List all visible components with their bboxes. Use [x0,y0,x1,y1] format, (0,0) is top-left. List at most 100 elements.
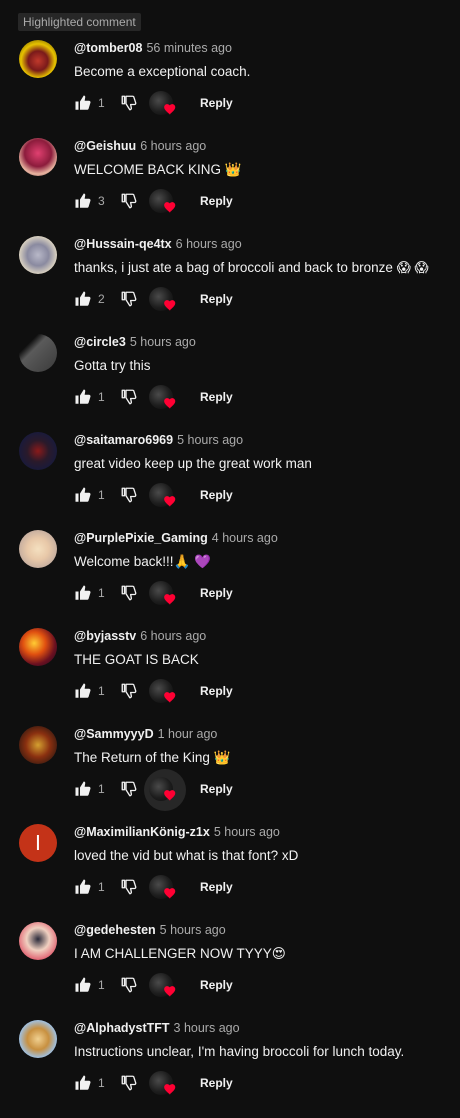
thumb-down-icon[interactable] [120,584,138,602]
heart-icon [163,494,177,507]
thumb-down-icon[interactable] [120,388,138,406]
comment-actions: 2 Reply [74,287,374,313]
comment-text: THE GOAT IS BACK [74,652,199,667]
comment-author[interactable]: @PurplePixie_Gaming [74,531,208,545]
comment-author[interactable]: @tomber08 [74,41,142,55]
like-count: 1 [98,586,105,600]
comment-author[interactable]: @byjasstv [74,629,136,643]
avatar[interactable] [19,236,57,274]
comment-actions: 1 Reply [74,385,374,411]
heart-icon [163,788,177,801]
reply-button[interactable]: Reply [200,977,233,993]
like-count: 1 [98,782,105,796]
avatar-letter: I [35,831,41,855]
avatar[interactable] [19,922,57,960]
heart-icon [163,592,177,605]
comment-time[interactable]: 5 hours ago [214,825,280,839]
comment-item: @AlphadystTFT 3 hours ago Instructions unc… [0,1020,460,1118]
thumb-down-icon[interactable] [120,192,138,210]
reply-button[interactable]: Reply [200,95,233,111]
comment-time[interactable]: 6 hours ago [140,629,206,643]
comment-author[interactable]: @Geishuu [74,139,136,153]
avatar[interactable] [19,530,57,568]
thumb-down-icon[interactable] [120,486,138,504]
comment-author[interactable]: @SammyyyD [74,727,154,741]
reply-button[interactable]: Reply [200,879,233,895]
comment-author[interactable]: @MaximilianKönig-z1x [74,825,210,839]
comment-time[interactable]: 1 hour ago [158,727,218,741]
avatar[interactable] [19,726,57,764]
comment-author[interactable]: @circle3 [74,335,126,349]
thumb-down-icon[interactable] [120,682,138,700]
thumb-up-icon[interactable] [74,94,92,112]
comment-item: @byjasstv 6 hours ago THE GOAT IS BACK 1 Rep… [0,628,460,726]
reply-button[interactable]: Reply [200,1075,233,1091]
comment-time[interactable]: 5 hours ago [177,433,243,447]
thumb-up-icon[interactable] [74,584,92,602]
thumb-up-icon[interactable] [74,192,92,210]
comment-time[interactable]: 6 hours ago [176,237,242,251]
reply-button[interactable]: Reply [200,193,233,209]
comment-author[interactable]: @saitamaro6969 [74,433,173,447]
avatar[interactable] [19,138,57,176]
thumb-up-icon[interactable] [74,486,92,504]
comment-text: Become a exceptional coach. [74,64,251,79]
heart-icon [163,200,177,213]
comment-actions: 1 Reply [74,91,374,117]
thumb-up-icon[interactable] [74,388,92,406]
creator-heart-badge [149,1071,179,1097]
comment-time[interactable]: 3 hours ago [174,1021,240,1035]
comment-text: WELCOME BACK KING 👑 [74,162,242,177]
comment-time[interactable]: 6 hours ago [140,139,206,153]
comment-item: @tomber08 56 minutes ago Become a exceptio… [0,40,460,138]
thumb-down-icon[interactable] [120,878,138,896]
thumb-up-icon[interactable] [74,780,92,798]
reply-button[interactable]: Reply [200,585,233,601]
comment-item: I @MaximilianKönig-z1x 5 hours ago loved th… [0,824,460,922]
avatar[interactable] [19,628,57,666]
heart-icon [163,886,177,899]
thumb-up-icon[interactable] [74,1074,92,1092]
avatar[interactable] [19,40,57,78]
reply-button[interactable]: Reply [200,781,233,797]
highlighted-comment-badge: Highlighted comment [18,13,141,31]
thumb-up-icon[interactable] [74,682,92,700]
comment-time[interactable]: 4 hours ago [212,531,278,545]
thumb-down-icon[interactable] [120,976,138,994]
reply-button[interactable]: Reply [200,389,233,405]
comment-actions: 1 Reply [74,1071,374,1097]
reply-button[interactable]: Reply [200,291,233,307]
comment-time[interactable]: 56 minutes ago [146,41,231,55]
like-count: 2 [98,292,105,306]
comment-time[interactable]: 5 hours ago [160,923,226,937]
heart-icon [163,690,177,703]
thumb-down-icon[interactable] [120,780,138,798]
avatar[interactable] [19,334,57,372]
creator-heart-badge [149,973,179,999]
comment-author[interactable]: @Hussain-qe4tx [74,237,172,251]
avatar[interactable] [19,1020,57,1058]
reply-button[interactable]: Reply [200,487,233,503]
comment-text: Instructions unclear, I'm having broccol… [74,1044,405,1059]
heart-icon [163,1082,177,1095]
avatar[interactable]: I [19,824,57,862]
avatar[interactable] [19,432,57,470]
comment-text: Gotta try this [74,358,151,373]
creator-heart-badge [149,385,179,411]
like-count: 1 [98,684,105,698]
thumb-up-icon[interactable] [74,976,92,994]
reply-button[interactable]: Reply [200,683,233,699]
thumb-up-icon[interactable] [74,290,92,308]
comment-author[interactable]: @gedehesten [74,923,156,937]
thumb-down-icon[interactable] [120,1074,138,1092]
comment-actions: 1 Reply [74,483,374,509]
comment-time[interactable]: 5 hours ago [130,335,196,349]
comment-actions: 1 Reply [74,679,374,705]
thumb-down-icon[interactable] [120,94,138,112]
comment-text: great video keep up the great work man [74,456,312,471]
comment-author[interactable]: @AlphadystTFT [74,1021,170,1035]
heart-icon [163,984,177,997]
thumb-up-icon[interactable] [74,878,92,896]
comment-actions: 1 Reply [74,973,374,999]
thumb-down-icon[interactable] [120,290,138,308]
